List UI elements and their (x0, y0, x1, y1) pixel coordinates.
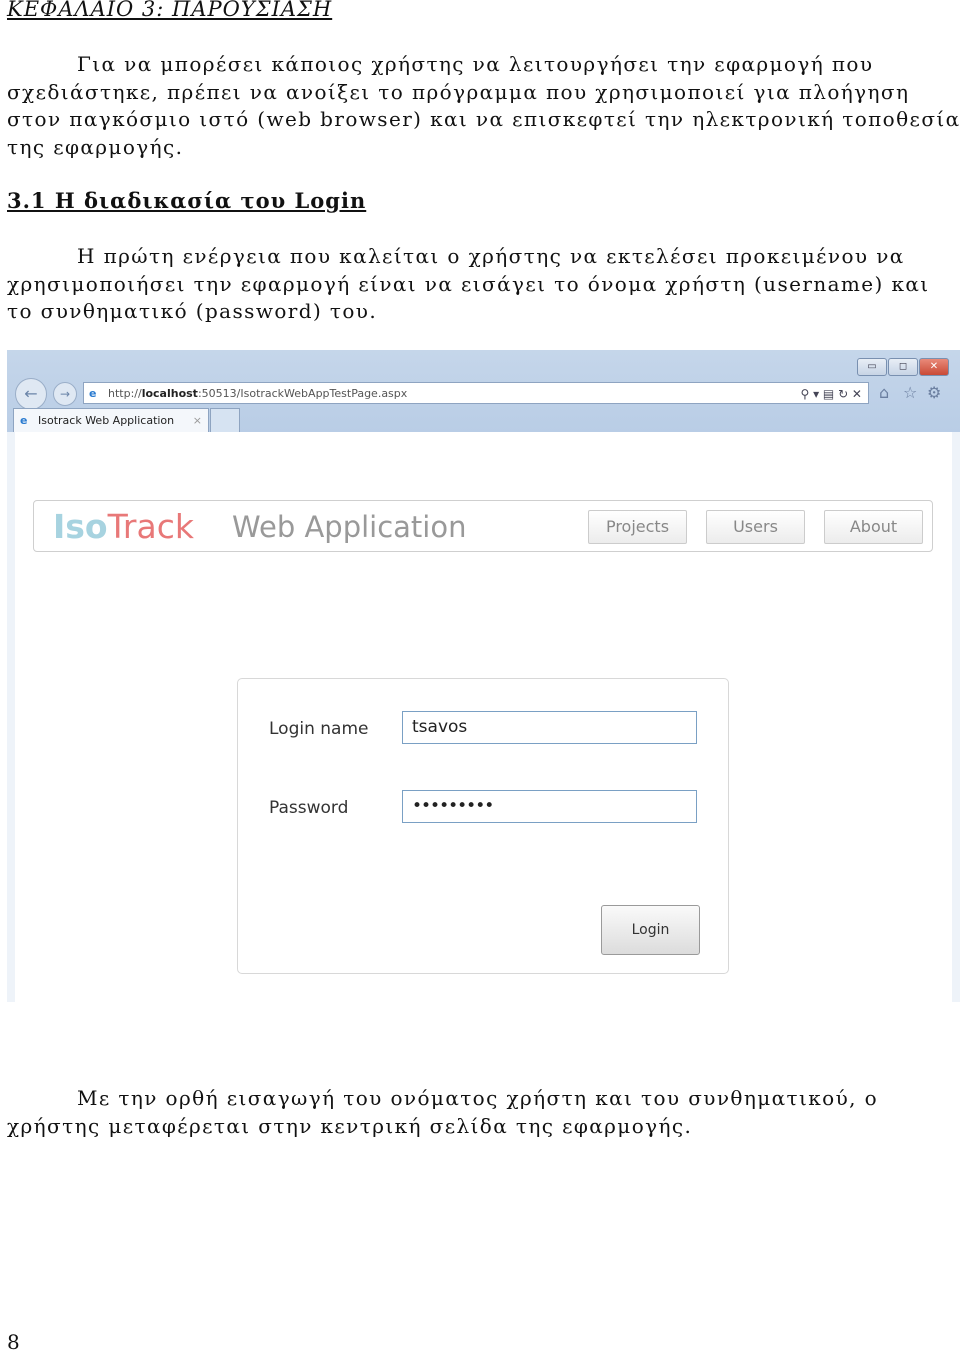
app-subtitle: Web Application (232, 510, 467, 544)
nav-projects-button[interactable]: Projects (588, 510, 687, 544)
home-icon[interactable]: ⌂ (879, 383, 889, 402)
paragraph-intro: Για να μπορέσει κάποιος χρήστης να λειτο… (7, 51, 960, 161)
search-refresh-stop-icons[interactable]: ⚲ ▾ ▤ ↻ ✕ (800, 383, 862, 405)
paragraph-result: Με την ορθή εισαγωγή του ονόματος χρήστη… (7, 1085, 960, 1140)
ie-icon: e (89, 387, 97, 400)
chapter-title: ΚΕΦΑΛΑΙΟ 3: ΠΑΡΟΥΣΙΑΣΗ (7, 0, 333, 21)
paragraph-text: Για να μπορέσει κάποιος χρήστης να λειτο… (7, 52, 960, 159)
maximize-icon[interactable]: ◻ (888, 358, 918, 376)
password-label: Password (269, 798, 349, 818)
gear-icon[interactable]: ⚙ (927, 383, 941, 402)
forward-icon[interactable]: → (53, 382, 77, 406)
page-number: 8 (7, 1330, 20, 1354)
tab-close-icon[interactable]: × (193, 409, 202, 433)
page-content: IsoTrack Web Application Projects Users … (15, 432, 952, 1002)
url-host: localhost (141, 387, 198, 400)
browser-chrome: ▭ ◻ ✕ ← → e http://localhost:50513/Isotr… (7, 350, 960, 433)
favorites-star-icon[interactable]: ☆ (903, 383, 917, 402)
logo-iso: Iso (53, 507, 108, 546)
minimize-icon[interactable]: ▭ (857, 358, 887, 376)
url-prefix: http:// (108, 387, 142, 400)
password-input[interactable]: ••••••••• (402, 790, 697, 823)
url-path: :50513/IsotrackWebAppTestPage.aspx (197, 387, 408, 400)
app-header: IsoTrack Web Application Projects Users … (33, 500, 933, 552)
new-tab-button[interactable] (210, 408, 240, 433)
browser-screenshot: ▭ ◻ ✕ ← → e http://localhost:50513/Isotr… (7, 350, 960, 1002)
app-logo: IsoTrack (53, 507, 194, 546)
paragraph-login: Η πρώτη ενέργεια που καλείται ο χρήστης … (7, 243, 960, 326)
login-name-input[interactable]: tsavos (402, 711, 697, 744)
section-title: 3.1 Η διαδικασία του Login (7, 188, 367, 213)
login-button[interactable]: Login (601, 905, 700, 955)
close-icon[interactable]: ✕ (919, 358, 949, 376)
tab-isotrack[interactable]: e Isotrack Web Application × (13, 408, 209, 432)
paragraph-text: Με την ορθή εισαγωγή του ονόματος χρήστη… (7, 1086, 879, 1138)
login-name-label: Login name (269, 719, 369, 739)
back-icon[interactable]: ← (15, 378, 47, 410)
login-form: Login name tsavos Password ••••••••• Log… (237, 678, 729, 974)
tab-title: Isotrack Web Application (38, 414, 175, 427)
ie-icon: e (20, 414, 28, 427)
nav-users-button[interactable]: Users (706, 510, 805, 544)
nav-about-button[interactable]: About (824, 510, 923, 544)
address-bar[interactable]: e http://localhost:50513/IsotrackWebAppT… (83, 382, 869, 404)
paragraph-text: Η πρώτη ενέργεια που καλείται ο χρήστης … (7, 244, 930, 323)
logo-track: Track (107, 507, 194, 546)
